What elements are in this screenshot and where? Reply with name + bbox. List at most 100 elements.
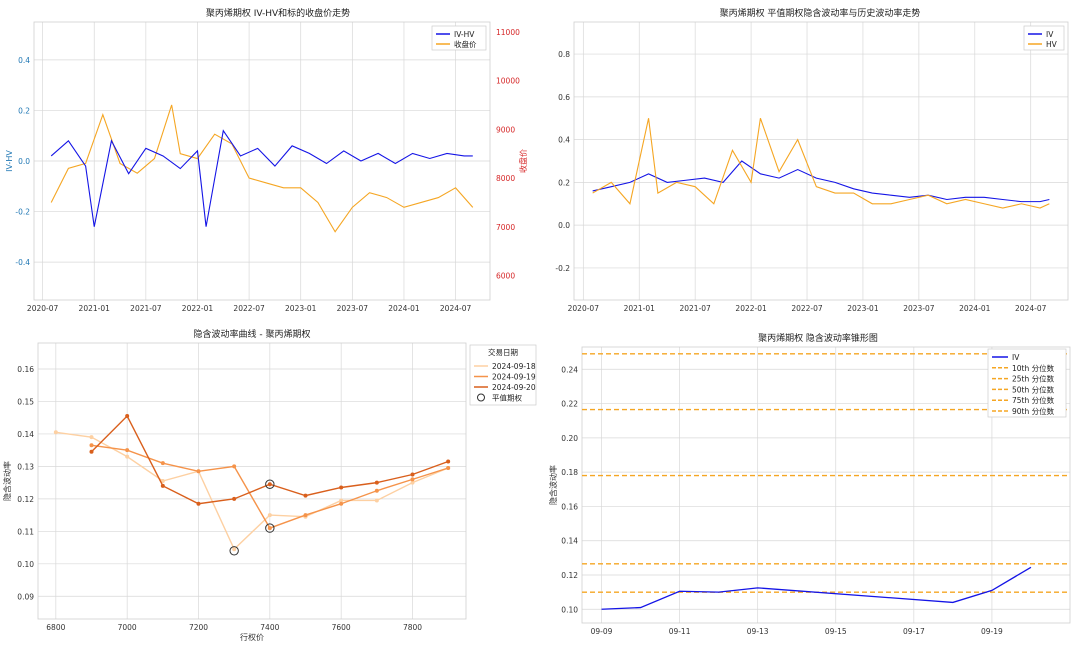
y-tick-label: 0.16 — [561, 502, 578, 511]
x-tick-label: 7800 — [403, 623, 422, 632]
x-tick-label: 2024-07 — [1015, 304, 1047, 313]
x-tick-label: 09-17 — [903, 627, 925, 636]
x-tick-label: 2023-07 — [903, 304, 935, 313]
series-line-close-price — [50, 104, 474, 233]
series-line-iv — [592, 160, 1050, 203]
data-point — [125, 448, 130, 453]
series-line-iv — [601, 566, 1032, 610]
y-tick-label: 0.09 — [17, 592, 34, 601]
x-tick-label: 09-15 — [825, 627, 847, 636]
x-tick-label: 2020-07 — [568, 304, 600, 313]
y-tick-label: 0.15 — [17, 397, 34, 406]
x-tick-label: 2021-01 — [79, 304, 111, 313]
chart-1-svg: 聚丙烯期权 IV-HV和标的收盘价走势 2020-07 2021-01 2021-0… — [5, 7, 528, 313]
legend-label: 2024-09-18 — [492, 362, 536, 371]
y-axis-label: 隐含波动率 — [2, 461, 12, 501]
series-line-iv-hv — [50, 129, 473, 227]
chart-2-svg: 聚丙烯期权 平值期权隐含波动率与历史波动率走势 2020-07 2021-01 20… — [555, 7, 1069, 313]
data-point — [232, 496, 237, 501]
legend-label: IV — [1012, 353, 1020, 362]
y-tick-label: 0.0 — [558, 221, 570, 230]
y2-tick-label: 10000 — [496, 77, 520, 86]
chart-4-title: 聚丙烯期权 隐含波动率锥形图 — [758, 332, 878, 344]
data-point — [89, 449, 94, 454]
x-axis-label: 行权价 — [240, 632, 264, 642]
y-axis-label: IV-HV — [5, 150, 14, 172]
y2-tick-label: 11000 — [496, 28, 520, 37]
data-point — [339, 485, 344, 490]
x-tick-label: 2024-07 — [440, 304, 472, 313]
data-point — [196, 501, 201, 506]
data-point — [53, 430, 58, 435]
y-tick-label: 0.20 — [561, 434, 578, 443]
y2-tick-label: 9000 — [496, 125, 515, 134]
plot-frame — [573, 21, 1069, 301]
data-point — [232, 464, 237, 469]
x-tick-label: 2022-07 — [791, 304, 823, 313]
legend-label: 25th 分位数 — [1012, 374, 1055, 384]
data-point — [89, 443, 94, 448]
y2-tick-label: 8000 — [496, 174, 515, 183]
y-tick-label: 0.14 — [561, 537, 578, 546]
data-point — [196, 469, 201, 474]
legend-label: IV-HV — [454, 30, 475, 39]
data-point — [125, 414, 130, 419]
y-tick-label: 0.14 — [17, 430, 34, 439]
legend-label: HV — [1046, 40, 1058, 49]
y-tick-label: 0.12 — [561, 571, 578, 580]
data-point — [374, 498, 379, 503]
data-point — [267, 513, 272, 518]
x-tick-label: 2022-01 — [735, 304, 767, 313]
legend-label: 75th 分位数 — [1012, 395, 1055, 405]
chart-1-title: 聚丙烯期权 IV-HV和标的收盘价走势 — [206, 7, 350, 19]
x-tick-label: 2020-07 — [27, 304, 59, 313]
y2-tick-label: 7000 — [496, 223, 515, 232]
y-tick-label: 0.2 — [558, 178, 570, 187]
data-point — [303, 513, 308, 518]
y-tick-label: 0.18 — [561, 468, 578, 477]
y-tick-label: -0.4 — [15, 258, 30, 267]
y-tick-label: 0.6 — [558, 93, 570, 102]
data-point — [410, 472, 415, 477]
data-point — [89, 435, 94, 440]
legend-label: 50th 分位数 — [1012, 384, 1055, 394]
x-tick-label: 09-11 — [669, 627, 691, 636]
y-tick-label: 0.4 — [558, 136, 570, 145]
x-tick-label: 09-09 — [591, 627, 613, 636]
legend-label: 平值期权 — [492, 393, 522, 403]
x-tick-label: 7200 — [189, 623, 208, 632]
chart-3-title: 隐含波动率曲线 - 聚丙烯期权 — [194, 328, 311, 340]
legend-title: 交易日期 — [488, 347, 518, 357]
x-tick-label: 2024-01 — [388, 304, 420, 313]
y-tick-label: 0.8 — [558, 50, 570, 59]
x-tick-label: 09-19 — [981, 627, 1003, 636]
data-point — [303, 493, 308, 498]
data-point — [446, 459, 451, 464]
y-tick-label: 0.10 — [17, 560, 34, 569]
chart-3-svg: 隐含波动率曲线 - 聚丙烯期权 6800 7000 7200 7400 7600 7800… — [2, 328, 537, 642]
data-point — [232, 547, 237, 552]
data-point — [446, 466, 451, 471]
y-tick-label: 0.16 — [17, 365, 34, 374]
y-tick-label: 0.2 — [18, 106, 30, 115]
x-tick-label: 2021-07 — [679, 304, 711, 313]
chart-iv-smile: 隐含波动率曲线 - 聚丙烯期权 6800 7000 7200 7400 7600 7800… — [0, 323, 540, 646]
data-point — [339, 501, 344, 506]
x-tick-label: 2021-07 — [130, 304, 162, 313]
x-tick-label: 7400 — [260, 623, 279, 632]
legend-label: 收盘价 — [454, 39, 477, 49]
y-tick-label: 0.12 — [17, 495, 34, 504]
data-point — [267, 482, 272, 487]
x-tick-label: 7000 — [118, 623, 137, 632]
y-tick-label: 0.22 — [561, 400, 578, 409]
y-tick-label: 0.13 — [17, 462, 34, 471]
data-point — [410, 477, 415, 482]
chart-iv-vs-hv: 聚丙烯期权 平值期权隐含波动率与历史波动率走势 2020-07 2021-01 20… — [540, 0, 1080, 323]
y2-tick-label: 6000 — [496, 272, 515, 281]
series-line-hv — [592, 118, 1050, 209]
chart-2-title: 聚丙烯期权 平值期权隐含波动率与历史波动率走势 — [720, 7, 921, 19]
x-tick-label: 2021-01 — [624, 304, 656, 313]
legend-label: 10th 分位数 — [1012, 363, 1055, 373]
x-tick-label: 2024-01 — [959, 304, 991, 313]
legend-label: IV — [1046, 30, 1054, 39]
